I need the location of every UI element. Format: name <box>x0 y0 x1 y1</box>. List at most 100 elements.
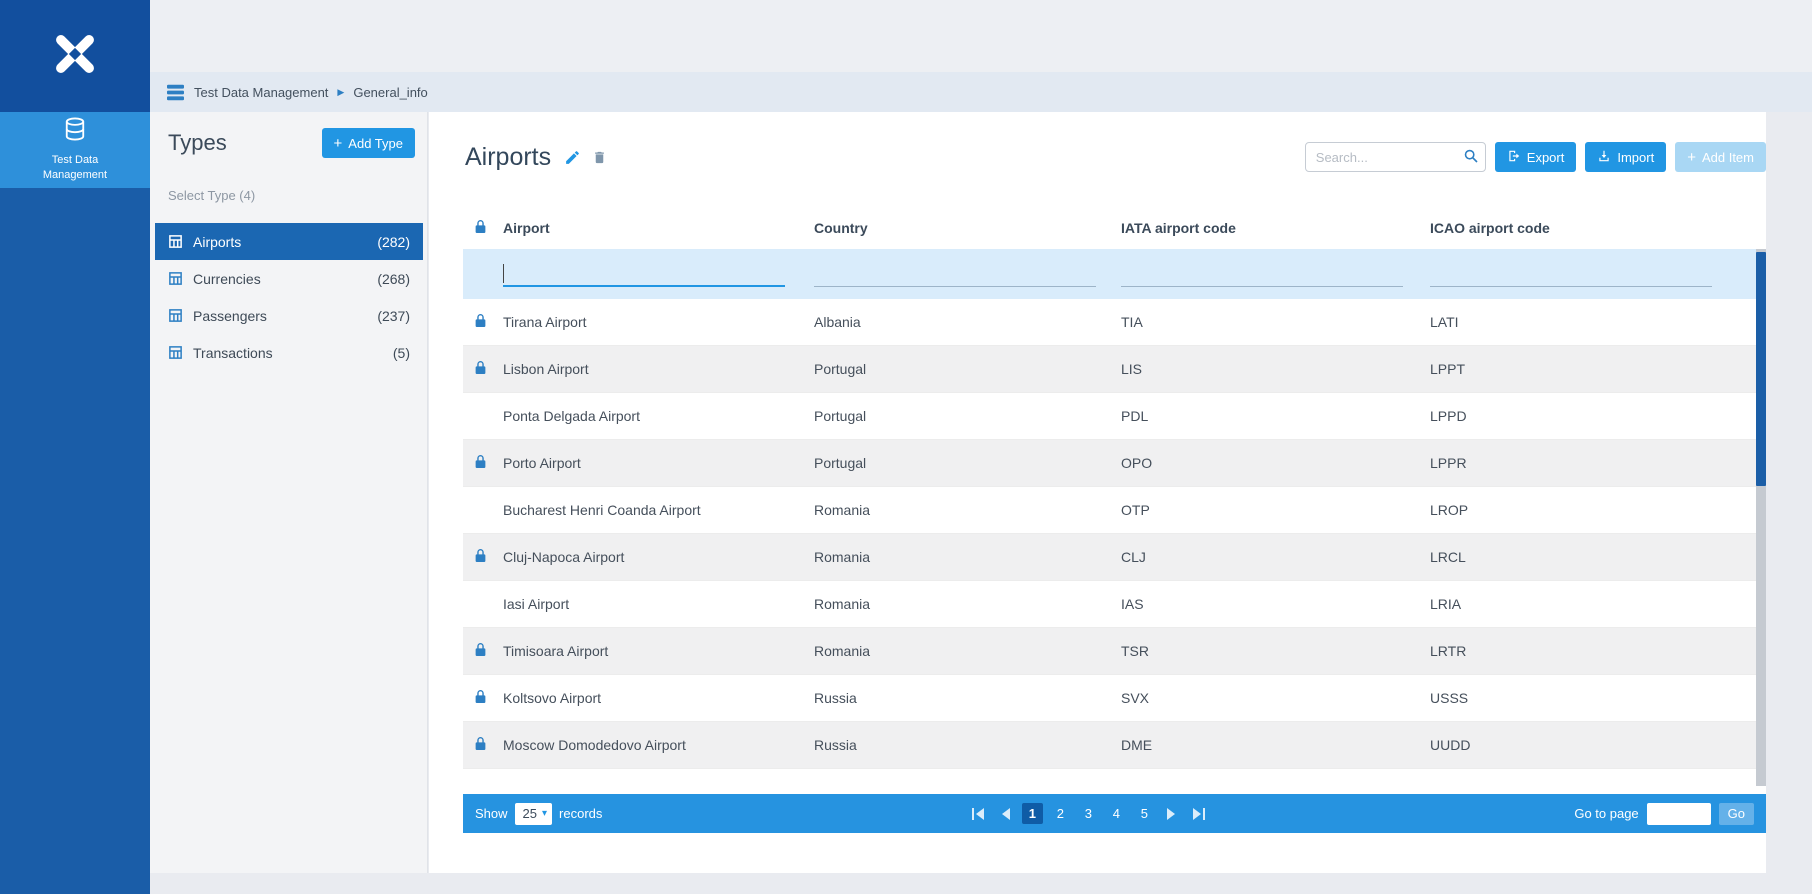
goto-page-input[interactable] <box>1647 803 1711 825</box>
cell-iata: CLJ <box>1121 549 1430 565</box>
cell-iata: DME <box>1121 737 1430 753</box>
type-item-count: (5) <box>393 345 410 361</box>
filter-icao-input[interactable] <box>1430 261 1712 287</box>
table-row[interactable]: Cluj-Napoca Airport Romania CLJ LRCL <box>463 534 1756 581</box>
cell-country: Russia <box>814 737 1121 753</box>
type-item-transactions[interactable]: Transactions (5) <box>155 334 423 371</box>
column-header-airport[interactable]: Airport <box>503 220 814 236</box>
cell-airport: Lisbon Airport <box>503 361 814 377</box>
page-size-select[interactable]: 25 ▾ <box>515 803 553 825</box>
last-page-button[interactable] <box>1189 804 1209 824</box>
filter-row <box>463 249 1756 299</box>
breadcrumb-current: General_info <box>353 85 427 100</box>
lock-icon <box>474 219 487 237</box>
table-row[interactable]: Koltsovo Airport Russia SVX USSS <box>463 675 1756 722</box>
page-number-3[interactable]: 3 <box>1078 803 1099 824</box>
lock-icon <box>474 313 487 331</box>
breadcrumb: Test Data Management ▶ General_info <box>150 72 1812 112</box>
data-stack-icon <box>166 84 185 101</box>
page-number-4[interactable]: 4 <box>1106 803 1127 824</box>
table-row[interactable]: Ponta Delgada Airport Portugal PDL LPPD <box>463 393 1756 440</box>
type-item-airports[interactable]: Airports (282) <box>155 223 423 260</box>
edit-type-icon[interactable] <box>564 149 581 166</box>
cell-country: Romania <box>814 596 1121 612</box>
types-panel: Types + Add Type Select Type (4) Airport… <box>150 112 428 873</box>
add-item-button[interactable]: + Add Item <box>1675 142 1766 172</box>
cell-country: Portugal <box>814 408 1121 424</box>
column-header-iata[interactable]: IATA airport code <box>1121 220 1430 236</box>
lock-icon <box>474 360 487 378</box>
cell-iata: OTP <box>1121 502 1430 518</box>
add-type-button[interactable]: + Add Type <box>322 128 415 158</box>
table-row[interactable]: Timisoara Airport Romania TSR LRTR <box>463 628 1756 675</box>
table-icon <box>168 271 183 286</box>
lock-column-header <box>463 219 503 237</box>
sidebar-item-test-data-management[interactable]: Test Data Management <box>0 112 150 188</box>
scrollbar-thumb[interactable] <box>1756 252 1766 486</box>
breadcrumb-root[interactable]: Test Data Management <box>194 85 328 100</box>
cell-icao: LPPR <box>1430 455 1756 471</box>
cell-iata: TSR <box>1121 643 1430 659</box>
cell-icao: LATI <box>1430 314 1756 330</box>
page-number-1[interactable]: 1 <box>1022 803 1043 824</box>
content-area: Types + Add Type Select Type (4) Airport… <box>150 112 1812 894</box>
cell-airport: Timisoara Airport <box>503 643 814 659</box>
type-item-currencies[interactable]: Currencies (268) <box>155 260 423 297</box>
app-logo[interactable] <box>0 0 150 112</box>
type-item-count: (268) <box>377 271 410 287</box>
lock-icon <box>474 642 487 660</box>
cell-airport: Koltsovo Airport <box>503 690 814 706</box>
table-row[interactable]: Iasi Airport Romania IAS LRIA <box>463 581 1756 628</box>
type-item-label: Currencies <box>193 271 261 287</box>
column-header-icao[interactable]: ICAO airport code <box>1430 220 1756 236</box>
delete-type-icon[interactable] <box>592 149 607 166</box>
show-label: Show <box>475 806 508 821</box>
cell-country: Romania <box>814 643 1121 659</box>
cell-country: Portugal <box>814 455 1121 471</box>
first-page-button[interactable] <box>968 804 988 824</box>
search-box <box>1305 142 1486 172</box>
page-number-2[interactable]: 2 <box>1050 803 1071 824</box>
cell-country: Albania <box>814 314 1121 330</box>
search-input[interactable] <box>1305 142 1486 172</box>
cell-airport: Bucharest Henri Coanda Airport <box>503 502 814 518</box>
filter-airport-input[interactable] <box>503 261 785 287</box>
filter-iata-input[interactable] <box>1121 261 1403 287</box>
cell-country: Russia <box>814 690 1121 706</box>
table-row[interactable]: Lisbon Airport Portugal LIS LPPT <box>463 346 1756 393</box>
main-panel: Airports Export <box>429 112 1766 873</box>
cell-airport: Iasi Airport <box>503 596 814 612</box>
cell-airport: Cluj-Napoca Airport <box>503 549 814 565</box>
cell-icao: UUDD <box>1430 737 1756 753</box>
type-item-passengers[interactable]: Passengers (237) <box>155 297 423 334</box>
cell-icao: LPPD <box>1430 408 1756 424</box>
type-item-label: Passengers <box>193 308 267 324</box>
column-header-country[interactable]: Country <box>814 220 1121 236</box>
export-icon <box>1507 149 1521 166</box>
type-item-count: (237) <box>377 308 410 324</box>
prev-page-button[interactable] <box>995 804 1015 824</box>
cell-airport: Moscow Domodedovo Airport <box>503 737 814 753</box>
table-row[interactable]: Porto Airport Portugal OPO LPPR <box>463 440 1756 487</box>
table-icon <box>168 308 183 323</box>
import-button[interactable]: Import <box>1585 142 1666 172</box>
types-panel-title: Types <box>168 130 227 156</box>
table-icon <box>168 345 183 360</box>
records-label: records <box>559 806 602 821</box>
table-row[interactable]: Moscow Domodedovo Airport Russia DME UUD… <box>463 722 1756 769</box>
next-page-button[interactable] <box>1162 804 1182 824</box>
filter-country-input[interactable] <box>814 261 1096 287</box>
cell-iata: IAS <box>1121 596 1430 612</box>
cell-iata: TIA <box>1121 314 1430 330</box>
search-icon[interactable] <box>1463 148 1479 169</box>
cell-iata: SVX <box>1121 690 1430 706</box>
page-number-5[interactable]: 5 <box>1134 803 1155 824</box>
airports-table: Airport Country IATA airport code ICAO a… <box>463 206 1756 769</box>
cell-icao: LRCL <box>1430 549 1756 565</box>
vertical-scrollbar[interactable] <box>1756 249 1766 786</box>
table-icon <box>168 234 183 249</box>
table-row[interactable]: Bucharest Henri Coanda Airport Romania O… <box>463 487 1756 534</box>
export-button[interactable]: Export <box>1495 142 1577 172</box>
table-row[interactable]: Tirana Airport Albania TIA LATI <box>463 299 1756 346</box>
go-button[interactable]: Go <box>1719 803 1754 825</box>
